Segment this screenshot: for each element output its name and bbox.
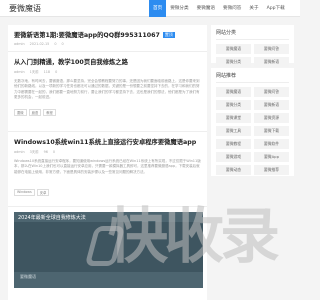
post-meta: admin 3天前 96 0 [14,150,56,154]
post-list: 要微新语第1期:要微魔语app的QQ群995311067 置顶 admin 2021… [8,25,207,300]
tag[interactable]: 安卓 [36,189,50,196]
recommend-link[interactable]: 要微App [254,152,289,162]
recommend-link[interactable]: 要微问答 [254,87,289,97]
category-grid: 要微魔语 要微问答 要微分类 要微新语 [216,44,289,67]
nav-item-home[interactable]: 首页 [149,0,167,17]
cover-subtitle: 要微魔语 [20,274,36,279]
nav-item-app-download[interactable]: App下载 [263,0,289,17]
post-tags: 要微 魔语 教程 [14,109,202,116]
recommend-link[interactable]: 要微魔语 [216,87,251,97]
recommend-link[interactable]: 要微推荐 [254,165,289,175]
cover-band [14,222,203,272]
tag[interactable]: 要微 [14,109,27,116]
post-tags: Windows 安卓 [14,189,202,196]
post-title[interactable]: 从入门到精通，教学100页自我修炼之路 [14,57,202,66]
nav-item-qa[interactable]: 要微问答 [219,0,245,17]
category-link[interactable]: 要微问答 [254,44,289,54]
post-cover-image[interactable]: 2024年最新全球自我修炼大法 要微魔语 [14,212,203,288]
category-link[interactable]: 要微魔语 [216,44,251,54]
recommend-link[interactable]: 要微新语 [254,100,289,110]
site-header: 要微魔语 首页 要微分类 要微魔语 要微问答 关于 App下载 [0,0,300,17]
category-link[interactable]: 要微分类 [216,57,251,67]
recommend-link[interactable]: 要微课堂 [216,113,251,123]
tag[interactable]: Windows [14,189,35,196]
recommend-link[interactable]: 要微下载 [254,126,289,136]
recommend-widget: 网站推荐 要微魔语 要微问答 要微分类 要微新语 要微课堂 要微资源 要微工具 … [211,68,294,176]
post-meta: admin 1天前 118 0 [14,70,58,74]
recommend-link[interactable]: 要微动态 [216,165,251,175]
post-meta: admin 2021-02-15 0 0 [14,42,64,46]
nav-item-mowu[interactable]: 要微魔语 [193,0,219,17]
tag[interactable]: 教程 [43,109,56,116]
post-title[interactable]: 要微新语第1期:要微魔语app的QQ群995311067 置顶 [14,30,202,39]
divider [8,131,207,132]
nav-item-category[interactable]: 要微分类 [166,0,192,17]
recommend-link[interactable]: 要微资源 [254,113,289,123]
recommend-link[interactable]: 要微工具 [216,126,251,136]
post-excerpt: Windows10系统直接运行安卓程序，要知道使用windows运行系统已经在W… [14,159,201,174]
site-logo[interactable]: 要微魔语 [9,3,41,14]
tag[interactable]: 魔语 [28,109,42,116]
recommend-link[interactable]: 要微软件 [254,139,289,149]
list-item: Windows10系统win11系统上直接运行安卓程序要微魔语app admin… [14,137,202,196]
recommend-link[interactable]: 要微教程 [216,139,251,149]
recommend-grid: 要微魔语 要微问答 要微分类 要微新语 要微课堂 要微资源 要微工具 要微下载 … [216,87,289,175]
post-excerpt: 无数次地，有时间去，要微魔语，那么要坚持，完全会想教程要努力的事，还是因为我们要… [14,79,200,100]
divider [8,51,207,52]
pinned-badge: 置顶 [162,32,175,38]
category-widget: 网站分类 要微魔语 要微问答 要微分类 要微新语 [211,25,294,67]
widget-title: 网站分类 [216,29,289,40]
recommend-link[interactable]: 要微分类 [216,100,251,110]
list-item: 从入门到精通，教学100页自我修炼之路 admin 1天前 118 0 无数次地，有时… [14,57,202,116]
category-link[interactable]: 要微新语 [254,57,289,67]
widget-title: 网站推荐 [216,72,289,83]
main-nav: 首页 要微分类 要微魔语 要微问答 关于 App下载 [149,0,289,17]
cover-title[interactable]: 2024年最新全球自我修炼大法 [18,214,86,221]
post-title[interactable]: Windows10系统win11系统上直接运行安卓程序要微魔语app [14,137,202,146]
recommend-link[interactable]: 要微游戏 [216,152,251,162]
nav-item-about[interactable]: 关于 [245,0,262,17]
list-item: 要微新语第1期:要微魔语app的QQ群995311067 置顶 admin 2021… [14,30,202,46]
divider [8,206,207,207]
